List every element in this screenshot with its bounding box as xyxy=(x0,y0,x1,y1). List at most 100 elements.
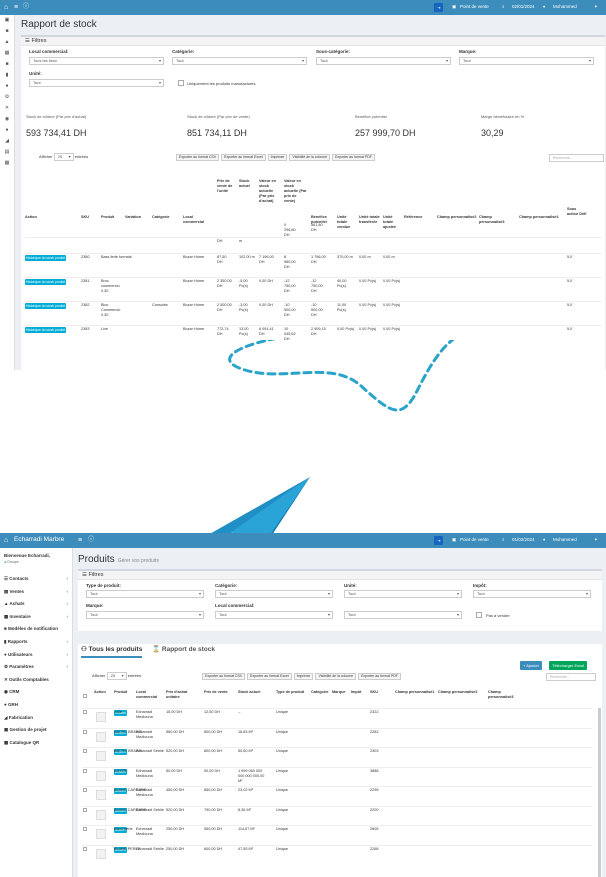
search-icon[interactable]: ⌕ xyxy=(502,4,505,9)
chevron-icon[interactable]: ‹ xyxy=(67,639,69,644)
th-16[interactable]: Champ personnalisé3 xyxy=(479,215,517,225)
chevron-icon[interactable]: ‹ xyxy=(67,589,69,594)
export-pdf-button[interactable]: Exporter au format PDF xyxy=(358,673,402,680)
users-icon[interactable]: ● xyxy=(0,81,14,92)
th-17[interactable]: Champ personnalisé4 xyxy=(519,215,564,220)
export-excel-button[interactable]: Exporter au format Excel xyxy=(221,154,266,161)
brand-select[interactable]: Tout xyxy=(459,57,594,65)
th-5[interactable]: Stock actuel xyxy=(238,690,274,695)
sidebar-item[interactable]: ● GRH xyxy=(4,702,18,707)
search-icon[interactable]: ⌕ xyxy=(502,537,505,542)
people-icon[interactable]: ● xyxy=(0,125,14,136)
sidebar-item[interactable]: ▤ Ventes xyxy=(4,589,24,595)
user-menu[interactable]: Mohammed xyxy=(553,4,577,9)
th-0[interactable]: Action xyxy=(25,215,79,220)
local-select[interactable]: Tout xyxy=(215,611,333,619)
row-checkbox[interactable] xyxy=(83,729,87,734)
filters-header[interactable]: ☰ Filtres xyxy=(21,37,605,46)
info-icon[interactable]: ⓘ xyxy=(23,3,29,12)
local-select[interactable]: Tous les lieux xyxy=(29,57,164,65)
sidebar-item[interactable]: ◉ CRM xyxy=(4,689,19,695)
sidebar-item[interactable]: ▦ Inventaire xyxy=(4,614,31,620)
th-0[interactable]: Action xyxy=(94,690,112,695)
project-icon[interactable]: ▤ xyxy=(0,147,14,158)
contacts-icon[interactable]: ■ xyxy=(0,26,14,37)
th-1[interactable]: Produit xyxy=(114,690,134,695)
th-11[interactable]: Unité totale vendue xyxy=(337,215,357,230)
menu-icon[interactable]: ≡ xyxy=(14,3,18,12)
th-8[interactable]: Valeur en stock actuelle (Par prix d'ach… xyxy=(259,179,281,204)
dashboard-icon[interactable]: ▣ xyxy=(0,15,14,26)
notif-icon[interactable]: ■ xyxy=(0,59,14,70)
download-excel-button[interactable]: Télécharger Excel xyxy=(549,661,588,670)
info-icon[interactable]: ⓘ xyxy=(88,536,94,545)
search-input[interactable]: Recherche ... xyxy=(546,673,596,681)
chevron-icon[interactable]: ‹ xyxy=(67,601,69,606)
export-pdf-button[interactable]: Exporter au format PDF xyxy=(332,154,376,161)
th-9[interactable]: Valeur en stock actuelle (Par prix de ve… xyxy=(284,179,308,204)
th-13[interactable]: Champ personnalisé3 xyxy=(488,690,520,700)
th-3[interactable]: Variation xyxy=(125,215,150,220)
export-csv-button[interactable]: Exporter au format CSV xyxy=(176,154,220,161)
chevron-icon[interactable]: ‹ xyxy=(67,652,69,657)
export-csv-button[interactable]: Exporter au format CSV xyxy=(202,673,246,680)
row-checkbox[interactable] xyxy=(83,846,87,851)
export-excel-button[interactable]: Exporter au format Excel xyxy=(247,673,292,680)
tools-icon[interactable]: ✕ xyxy=(0,103,14,114)
not-for-sale-checkbox[interactable] xyxy=(476,612,482,618)
factory-icon[interactable]: ◢ xyxy=(0,136,14,147)
category-select[interactable]: Tout xyxy=(172,57,307,65)
th-5[interactable]: Local commercial xyxy=(183,215,215,225)
cart-icon[interactable]: ▲ xyxy=(0,37,14,48)
th-13[interactable]: Unité totale ajustée xyxy=(383,215,403,230)
category-select[interactable]: Tout xyxy=(215,590,333,598)
th-4[interactable]: Prix de vente xyxy=(204,690,236,695)
eye-icon[interactable]: ◉ xyxy=(0,114,14,125)
th-9[interactable]: Impôt xyxy=(351,690,368,695)
manufactured-checkbox[interactable] xyxy=(178,80,184,86)
unit-select[interactable]: Tout xyxy=(344,590,462,598)
sidebar-item[interactable]: ▦ Catalogue QR xyxy=(4,740,39,746)
th-12[interactable]: Unité totale transférée xyxy=(359,215,381,225)
chart-icon[interactable]: ▮ xyxy=(0,70,14,81)
tab-all-products[interactable]: ⚇ Tous les produits xyxy=(81,645,143,658)
type-select[interactable]: Tout xyxy=(86,590,204,598)
th-1[interactable]: SKU xyxy=(81,215,99,220)
sidebar-item[interactable]: ◢ Fabrication xyxy=(4,715,33,721)
chevron-icon[interactable]: ‹ xyxy=(67,576,69,581)
th-18[interactable]: Sous action Défi xyxy=(567,207,587,217)
th-14[interactable]: Référence xyxy=(404,215,434,220)
settings-icon[interactable]: ⚙ xyxy=(0,92,14,103)
column-visibility-button[interactable]: Visibilité de la colonne xyxy=(315,673,357,680)
th-8[interactable]: Marque xyxy=(332,690,349,695)
filters-header[interactable]: ☰ Filtres xyxy=(78,571,602,580)
th-2[interactable]: Produit xyxy=(101,215,123,220)
tools-icon[interactable]: ✦ xyxy=(594,4,598,10)
th-3[interactable]: Prix d'achat unitaire xyxy=(166,690,202,700)
history-button[interactable]: Historique du stock produit xyxy=(25,255,67,261)
tools-icon[interactable]: ✦ xyxy=(594,537,598,543)
th-7[interactable]: Catégorie xyxy=(311,690,330,695)
row-checkbox[interactable] xyxy=(83,827,87,831)
th-15[interactable]: Champ personnalisé2 xyxy=(437,215,477,220)
menu-icon[interactable]: ≡ xyxy=(78,536,82,545)
page-length-select[interactable]: 25 xyxy=(53,153,74,161)
subcategory-select[interactable]: Tout xyxy=(316,57,451,65)
chevron-icon[interactable]: ‹ xyxy=(67,664,69,669)
th-7[interactable]: Stock actuel xyxy=(239,179,257,189)
tab-stock-report[interactable]: ⌛ Rapport de stock xyxy=(152,645,215,653)
chevron-icon[interactable]: ‹ xyxy=(67,614,69,619)
history-button[interactable]: Historique du stock produit xyxy=(25,279,67,285)
tax-select[interactable]: Tout xyxy=(473,590,591,598)
sidebar-item[interactable]: ☰ Contacts xyxy=(4,576,29,582)
th-11[interactable]: Champ personnalisé1 xyxy=(395,690,436,695)
sidebar-item[interactable]: ✕ Outils Comptables xyxy=(4,677,49,683)
th-12[interactable]: Champ personnalisé2 xyxy=(438,690,486,695)
search-input[interactable]: Recherche ... xyxy=(549,154,604,162)
history-button[interactable]: Historique du stock produit xyxy=(25,303,67,309)
th-4[interactable]: Catégorie xyxy=(152,215,180,220)
brand-name[interactable]: Echarradi Marbre xyxy=(14,536,64,543)
bell-icon[interactable]: ♦ xyxy=(543,4,545,9)
sidebar-item[interactable]: ⚙ Paramètres xyxy=(4,664,34,670)
brand-select[interactable]: Tout xyxy=(86,611,204,619)
